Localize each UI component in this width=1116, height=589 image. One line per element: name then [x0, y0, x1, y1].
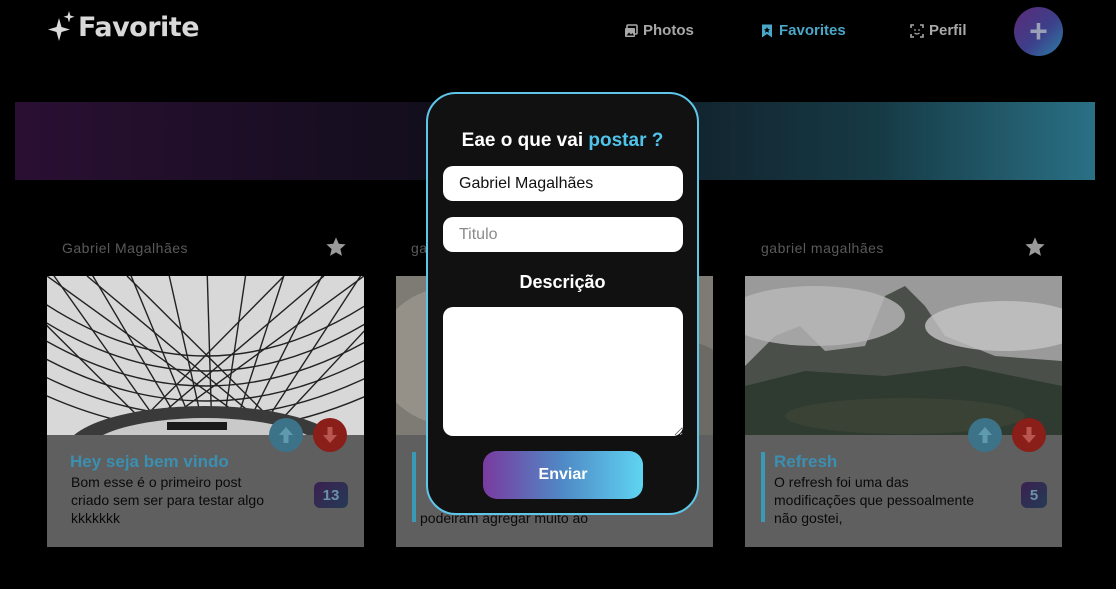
card-author: Gabriel Magalhães	[62, 240, 189, 256]
post-card[interactable]: Refresh O refresh foi uma das modificaçõ…	[745, 276, 1062, 547]
submit-button[interactable]: Enviar	[483, 451, 643, 499]
top-navbar: Favorite Photos Favorites Perfil +	[0, 0, 1116, 64]
card-body: Refresh O refresh foi uma das modificaçõ…	[745, 435, 1062, 547]
arrow-down-icon	[1022, 427, 1036, 443]
upvote-button[interactable]	[968, 418, 1002, 452]
nav-photos-label: Photos	[643, 22, 694, 39]
star-icon[interactable]	[1024, 236, 1046, 258]
vote-count-badge: 13	[314, 482, 348, 508]
downvote-button[interactable]	[1012, 418, 1046, 452]
description-label: Descrição	[519, 272, 606, 292]
logo[interactable]: Favorite	[48, 10, 200, 44]
modal-title-highlight: postar ?	[588, 130, 664, 151]
post-image	[745, 276, 1062, 435]
plus-icon: +	[1029, 13, 1048, 49]
card-accent-bar	[761, 452, 765, 522]
card-text: O refresh foi uma das modificações que p…	[774, 474, 975, 526]
post-title-input[interactable]	[443, 217, 683, 252]
arrow-up-icon	[279, 427, 293, 443]
modal-title: Eae o que vai postar ?	[428, 130, 697, 152]
nav-profile-label: Perfil	[929, 22, 967, 39]
arrow-up-icon	[978, 427, 992, 443]
nav-photos[interactable]: Photos	[624, 22, 694, 39]
sparkles-icon	[48, 11, 75, 41]
card-author: gabriel magalhães	[761, 240, 884, 256]
images-icon	[625, 23, 638, 37]
scan-face-icon	[910, 23, 924, 38]
nav-favorites-label: Favorites	[779, 22, 846, 39]
arrow-down-icon	[323, 427, 337, 443]
card-title: Refresh	[774, 452, 838, 471]
star-icon[interactable]	[325, 236, 347, 258]
logo-text: Favorite	[78, 11, 200, 43]
author-name-input[interactable]	[443, 166, 683, 201]
modal-title-prefix: Eae o que vai	[461, 130, 589, 151]
add-post-button[interactable]: +	[1014, 7, 1063, 56]
upvote-button[interactable]	[269, 418, 303, 452]
new-post-modal: Eae o que vai postar ? Descrição Enviar	[426, 92, 699, 515]
card-accent-bar	[412, 452, 416, 522]
bookmark-icon	[762, 24, 772, 37]
post-image	[47, 276, 364, 435]
downvote-button[interactable]	[313, 418, 347, 452]
vote-count-badge: 5	[1021, 482, 1047, 508]
nav-favorites[interactable]: Favorites	[760, 22, 846, 39]
description-textarea[interactable]	[443, 307, 683, 436]
nav-profile[interactable]: Perfil	[910, 22, 967, 39]
card-text: Bom esse é o primeiro post criado sem se…	[71, 474, 264, 526]
card-title: Hey seja bem vindo	[70, 452, 229, 471]
